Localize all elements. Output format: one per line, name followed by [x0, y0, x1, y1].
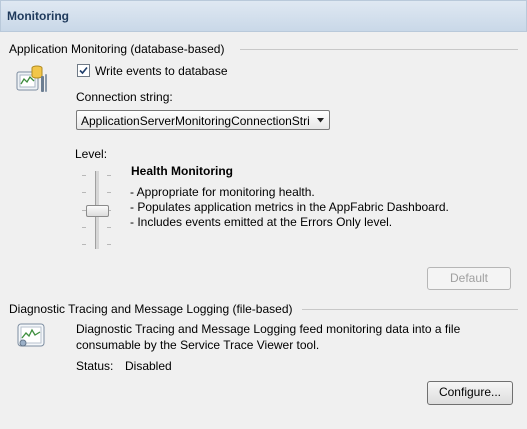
- level-slider-thumb[interactable]: [86, 205, 109, 217]
- level-label: Level:: [75, 147, 108, 161]
- group-separator: [240, 49, 518, 50]
- app-monitoring-group-title: Application Monitoring (database-based): [9, 42, 225, 56]
- connection-string-select[interactable]: ApplicationServerMonitoringConnectionStr…: [76, 110, 330, 130]
- slider-tick: [82, 192, 86, 193]
- write-events-checkbox[interactable]: [77, 64, 90, 77]
- connection-string-value: ApplicationServerMonitoringConnectionStr…: [81, 114, 310, 128]
- diagnostic-group-title: Diagnostic Tracing and Message Logging (…: [9, 302, 293, 316]
- default-button[interactable]: Default: [427, 267, 511, 290]
- slider-tick: [107, 227, 111, 228]
- slider-tick: [107, 175, 111, 176]
- level-bullet: - Populates application metrics in the A…: [130, 200, 449, 214]
- configure-button[interactable]: Configure...: [427, 381, 513, 405]
- level-bullet: - Includes events emitted at the Errors …: [130, 215, 393, 229]
- connection-string-label: Connection string:: [76, 90, 173, 104]
- trace-log-icon: [17, 323, 45, 347]
- slider-tick: [107, 192, 111, 193]
- chevron-down-icon: [317, 118, 324, 123]
- level-title: Health Monitoring: [131, 164, 233, 178]
- database-monitoring-icon: [16, 65, 47, 92]
- slider-tick: [82, 175, 86, 176]
- slider-tick: [82, 244, 86, 245]
- status-value: Disabled: [125, 359, 172, 373]
- section-title: Monitoring: [7, 9, 69, 23]
- check-icon: [79, 66, 88, 75]
- slider-tick: [107, 244, 111, 245]
- section-header: Monitoring: [0, 0, 527, 32]
- level-bullet: - Appropriate for monitoring health.: [130, 185, 315, 199]
- write-events-label[interactable]: Write events to database: [95, 64, 228, 78]
- diagnostic-description: consumable by the Service Trace Viewer t…: [76, 338, 320, 352]
- diagnostic-description: Diagnostic Tracing and Message Logging f…: [76, 322, 461, 336]
- group-separator: [302, 309, 518, 310]
- status-label: Status:: [76, 359, 114, 373]
- slider-tick: [82, 227, 86, 228]
